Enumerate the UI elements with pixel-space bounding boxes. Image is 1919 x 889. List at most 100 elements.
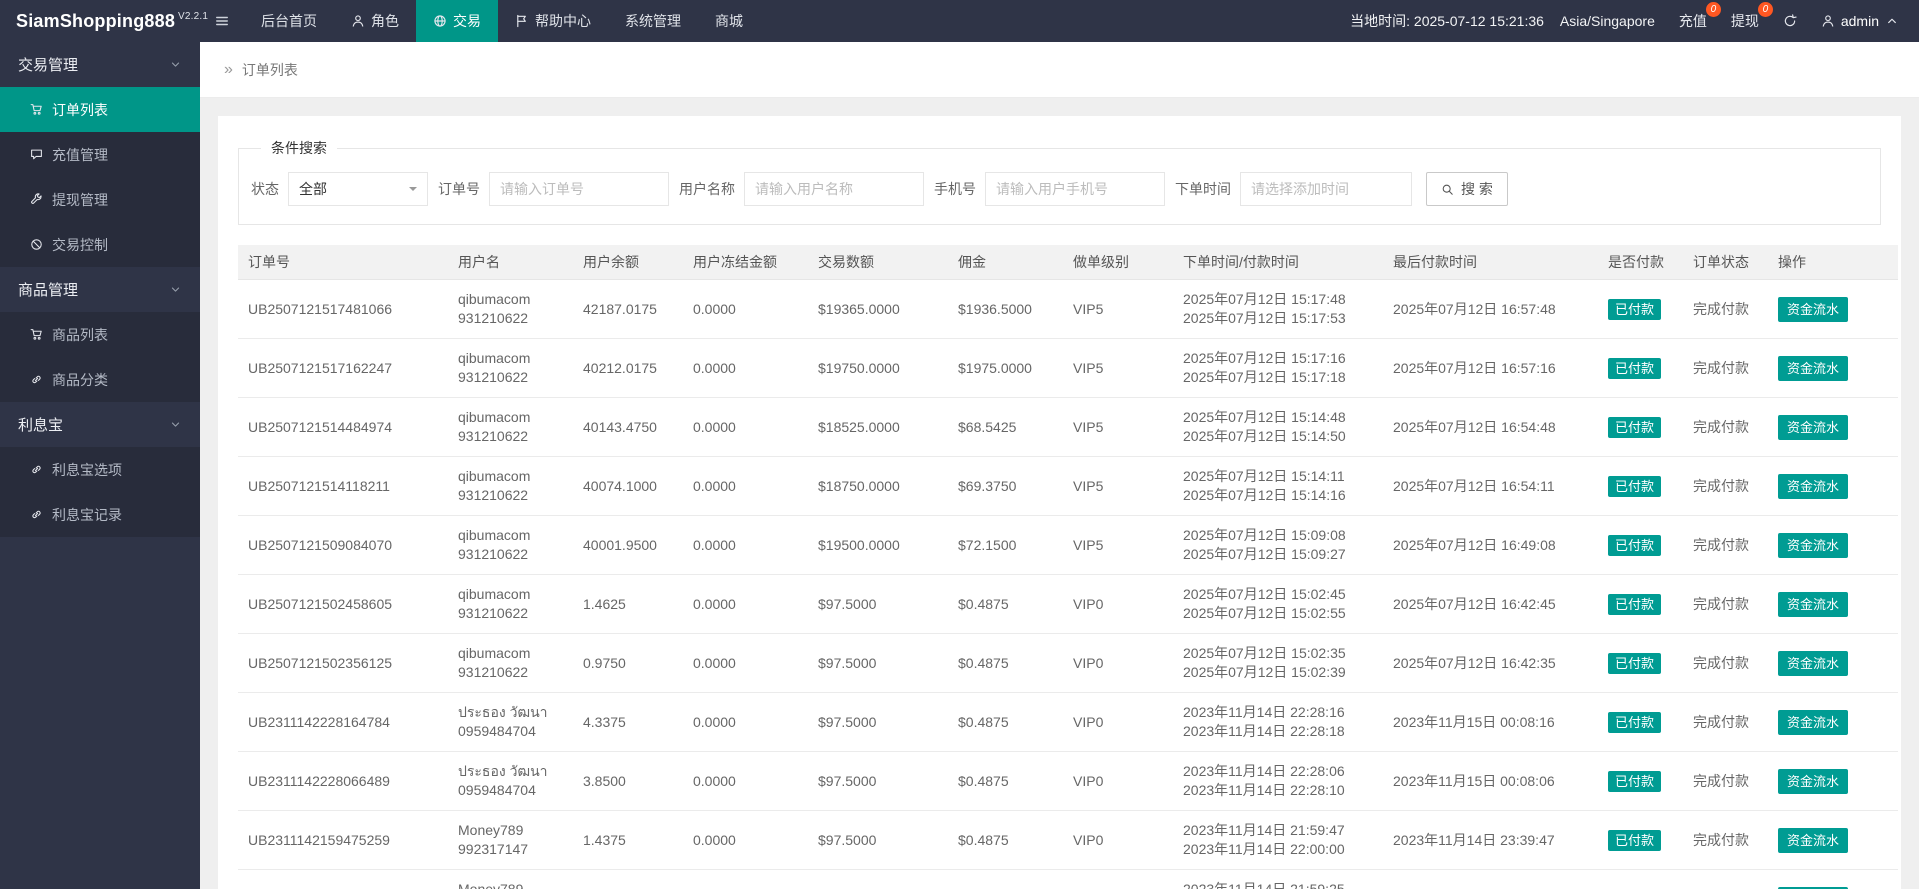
sidebar-item-label: 商品列表: [52, 326, 108, 343]
topnav-item-system[interactable]: 系统管理: [608, 0, 698, 42]
cell-level: VIP0: [1063, 869, 1173, 889]
cell-balance: 40212.0175: [573, 338, 683, 398]
cell-status: 完成付款: [1683, 456, 1768, 516]
paid-badge: 已付款: [1608, 416, 1662, 438]
table-header-1: 用户名: [448, 245, 573, 280]
paid-badge: 已付款: [1608, 357, 1662, 379]
cell-user: ประธอง วัฒนา 0959484704: [448, 751, 573, 811]
fund-flow-button[interactable]: 资金流水: [1778, 414, 1849, 440]
cell-last-pay: 2025年07月12日 16:54:48: [1383, 397, 1598, 457]
cell-times: 2025年07月12日 15:02:35 2025年07月12日 15:02:39: [1173, 633, 1383, 693]
cell-times: 2025年07月12日 15:14:48 2025年07月12日 15:14:50: [1173, 397, 1383, 457]
fund-flow-button[interactable]: 资金流水: [1778, 768, 1849, 794]
sidebar-item-trade-control[interactable]: 交易控制: [0, 222, 200, 267]
cell-commission: $72.1500: [948, 515, 1063, 575]
logo-text: SiamShopping888: [16, 10, 176, 31]
sidebar-item-recharge-admin[interactable]: 充值管理: [0, 132, 200, 177]
comment-icon: [30, 148, 43, 161]
cell-last-pay: 2025年07月12日 16:57:48: [1383, 279, 1598, 339]
breadcrumb-label: 订单列表: [241, 61, 298, 78]
cell-order-no: UB2507121502356125: [238, 633, 448, 693]
sidebar-group-goods-admin: 商品管理商品列表商品分类: [0, 267, 200, 402]
sidebar-group-header-interest[interactable]: 利息宝: [0, 402, 200, 447]
cell-frozen: 0.0000: [683, 397, 808, 457]
paid-badge: 已付款: [1608, 829, 1662, 851]
sidebar-item-label: 提现管理: [52, 191, 108, 208]
topnav-item-help[interactable]: 帮助中心: [498, 0, 608, 42]
cell-order-no: UB2311142228164784: [238, 692, 448, 752]
recharge-link[interactable]: 充值 0: [1679, 2, 1721, 31]
cart-icon: [30, 328, 43, 341]
fund-flow-button[interactable]: 资金流水: [1778, 473, 1849, 499]
sidebar: 交易管理 订单列表 充值管理提现管理交易控制商品管理商品列表商品分类 利息宝 利息宝选项…: [0, 42, 200, 889]
status-select-value: 全部: [299, 181, 327, 197]
cell-last-pay: 2023年11月15日 00:08:16: [1383, 692, 1598, 752]
order-no-input[interactable]: [489, 172, 669, 206]
fund-flow-button[interactable]: 资金流水: [1778, 532, 1849, 558]
cell-times: 2025年07月12日 15:17:48 2025年07月12日 15:17:53: [1173, 279, 1383, 339]
cell-times: 2025年07月12日 15:14:11 2025年07月12日 15:14:16: [1173, 456, 1383, 516]
fund-flow-button[interactable]: 资金流水: [1778, 709, 1849, 735]
cell-frozen: 0.0000: [683, 869, 808, 889]
paid-badge: 已付款: [1608, 475, 1662, 497]
cell-paid: 已付款: [1598, 751, 1683, 811]
fund-flow-button[interactable]: 资金流水: [1778, 296, 1849, 322]
username-input[interactable]: [744, 172, 924, 206]
sidebar-group-header-goods-admin[interactable]: 商品管理: [0, 267, 200, 312]
fund-flow-button[interactable]: 资金流水: [1778, 591, 1849, 617]
cell-paid: 已付款: [1598, 810, 1683, 870]
table-header-0: 订单号: [238, 245, 448, 280]
cell-level: VIP0: [1063, 633, 1173, 693]
fund-flow-button[interactable]: 资金流水: [1778, 650, 1849, 676]
status-select[interactable]: 全部: [288, 172, 428, 206]
cell-times: 2023年11月14日 22:28:16 2023年11月14日 22:28:18: [1173, 692, 1383, 752]
search-button-label: 搜 索: [1461, 181, 1493, 197]
sidebar-group-header-trade-admin[interactable]: 交易管理: [0, 42, 200, 87]
table-row: UB2507121502458605 qibumacom 931210622 1.46…: [238, 574, 1898, 634]
order-time-input[interactable]: [1240, 172, 1412, 206]
topnav-item-trade[interactable]: 交易: [416, 0, 498, 42]
topnav-item-mall[interactable]: 商城: [698, 0, 760, 42]
cell-commission: $0.4875: [948, 574, 1063, 634]
cell-status: 完成付款: [1683, 515, 1768, 575]
fund-flow-button[interactable]: 资金流水: [1778, 827, 1849, 853]
refresh-icon[interactable]: [1783, 14, 1797, 28]
cell-amount: $97.5000: [808, 633, 948, 693]
cell-status: 完成付款: [1683, 810, 1768, 870]
phone-input[interactable]: [985, 172, 1165, 206]
order-table: 订单号 用户名 用户余额 用户冻结金额 交易数额 佣金 做单级别 下单时间/付款时间 最后付款时…: [238, 245, 1898, 889]
sidebar-item-goods-category[interactable]: 商品分类: [0, 357, 200, 402]
cell-paid: 已付款: [1598, 397, 1683, 457]
topnav-item-roles[interactable]: 角色: [334, 0, 416, 42]
search-button[interactable]: 搜 索: [1426, 172, 1508, 206]
sidebar-item-interest-records[interactable]: 利息宝记录: [0, 492, 200, 537]
sidebar-item-goods-list[interactable]: 商品列表: [0, 312, 200, 357]
table-header-2: 用户余额: [573, 245, 683, 280]
sidebar-item-order-list[interactable]: 订单列表: [0, 87, 200, 132]
cell-order-no: UB2507121517162247: [238, 338, 448, 398]
cell-commission: $0.4875: [948, 633, 1063, 693]
withdraw-link[interactable]: 提现 0: [1730, 2, 1773, 31]
user-icon: [1821, 14, 1835, 28]
sidebar-group-interest: 利息宝 利息宝选项 利息宝记录: [0, 402, 200, 537]
sidebar-item-label: 交易控制: [52, 236, 108, 253]
withdraw-label: 提现: [1730, 13, 1759, 29]
phone-label: 手机号: [934, 181, 976, 197]
topnav-item-home[interactable]: 后台首页: [244, 0, 334, 42]
fund-flow-button[interactable]: 资金流水: [1778, 355, 1849, 381]
content: 条件搜索 状态 全部 订单号 用户名称 手机号: [200, 98, 1919, 889]
cell-times: 2023年11月14日 22:28:06 2023年11月14日 22:28:10: [1173, 751, 1383, 811]
link-icon: [30, 373, 43, 386]
cell-level: VIP5: [1063, 515, 1173, 575]
sidebar-item-interest-options[interactable]: 利息宝选项: [0, 447, 200, 492]
cell-last-pay: 2023年11月14日 23:39:25: [1383, 869, 1598, 889]
cell-order-no: UB2507121517481066: [238, 279, 448, 339]
admin-menu[interactable]: admin: [1821, 13, 1899, 29]
cell-level: VIP0: [1063, 574, 1173, 634]
cell-times: 2023年11月14日 21:59:252023年11月14日 21:59:30: [1173, 869, 1383, 889]
order-time-label: 下单时间: [1175, 181, 1231, 197]
cart-icon: [30, 103, 43, 116]
sidebar-item-withdraw-admin[interactable]: 提现管理: [0, 177, 200, 222]
cell-user: qibumacom 931210622: [448, 279, 573, 339]
cell-status: 完成付款: [1683, 751, 1768, 811]
